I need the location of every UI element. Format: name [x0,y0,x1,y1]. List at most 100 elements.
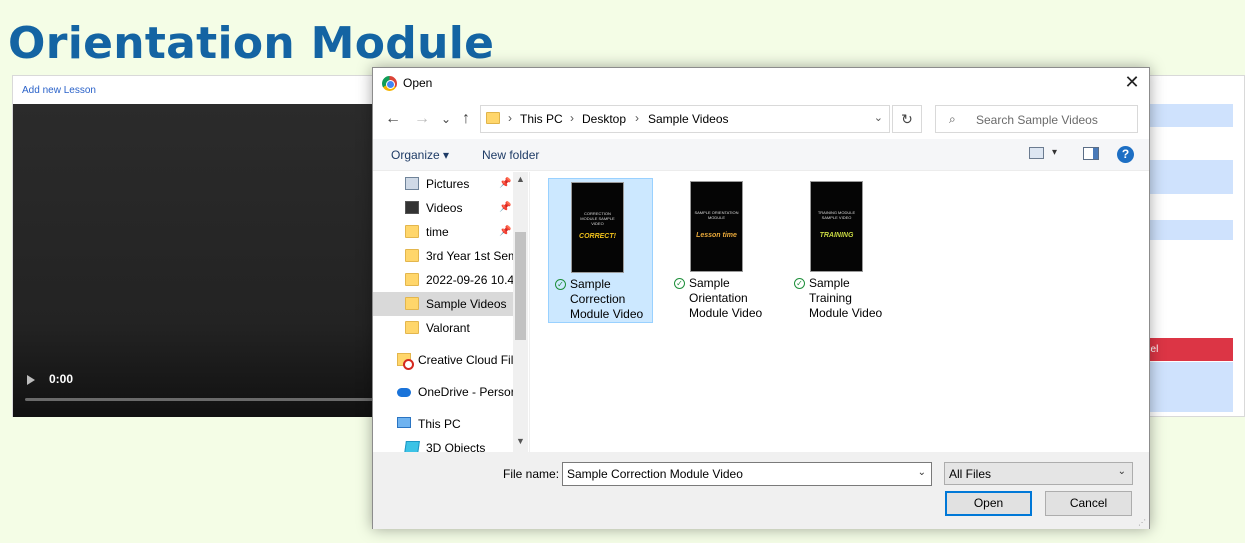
search-icon: ⌕ [949,112,956,126]
file-name-input[interactable]: Sample Correction Module Video ⌄ [562,462,932,486]
pin-icon: 📌 [499,226,512,237]
side-row-highlight [1138,104,1233,127]
nav-item[interactable]: Sample Videos [373,292,513,316]
pin-icon: 📌 [499,202,512,213]
nav-item[interactable]: 3rd Year 1st Sem [373,244,513,268]
thumbnail-caption: CORRECTION MODULE SAMPLE VIDEO [580,211,615,226]
chrome-icon [382,76,397,91]
pin-icon: 📌 [499,178,512,189]
breadcrumb-sample-videos[interactable]: Sample Videos [648,112,729,126]
navigation-scrollbar[interactable]: ▲ ▼ [513,172,528,452]
chevron-down-icon[interactable]: ⌄ [918,467,926,478]
creative-cloud-icon [397,353,414,370]
thumbnail-caption: SAMPLE ORIENTATION MODULE [694,210,739,220]
nav-item-label: 3D Objects [426,441,486,452]
nav-item[interactable]: 3D Objects [373,436,513,452]
thumbnail-word: Lesson time [696,232,737,239]
file-item[interactable]: SAMPLE ORIENTATION MODULE Lesson time ✓ Sam… [668,178,773,323]
nav-item[interactable]: Creative Cloud Fil [373,348,513,372]
nav-item[interactable]: 2022-09-26 10.48 [373,268,513,292]
nav-item-label: This PC [418,417,461,431]
nav-item[interactable]: time 📌 [373,220,513,244]
nav-item-label: 3rd Year 1st Sem [426,249,513,263]
view-options-icon[interactable] [1029,147,1044,159]
file-item[interactable]: TRAINING MODULE SAMPLE VIDEO TRAINING ✓ Sam… [788,178,893,323]
folder-icon [405,321,419,334]
sync-check-icon: ✓ [794,278,805,289]
open-button[interactable]: Open [945,491,1032,516]
nav-item-label: 2022-09-26 10.48 [426,273,513,287]
organize-button[interactable]: Organize ▾ [391,148,449,162]
this-pc-icon [397,417,411,428]
video-thumbnail: TRAINING MODULE SAMPLE VIDEO TRAINING [810,181,863,272]
scroll-up-icon[interactable]: ▲ [516,174,525,184]
nav-item-label: Videos [426,201,463,215]
breadcrumb-separator: › [508,111,512,125]
navigation-bar: ← → ⌄ ↑ › This PC › Desktop › Sample Vid… [373,99,1149,139]
chevron-down-icon[interactable]: ⌄ [874,111,883,124]
command-bar: Organize ▾ New folder ▾ ? [373,139,1149,171]
file-name: Sample Orientation Module Video [689,276,763,320]
nav-item-label: OneDrive - Persor [418,385,513,399]
breadcrumb-separator: › [635,111,639,125]
dialog-title: Open [403,76,433,90]
sync-check-icon: ✓ [555,279,566,290]
breadcrumb-this-pc[interactable]: This PC [520,112,563,126]
help-icon[interactable]: ? [1117,146,1134,163]
recent-locations-icon[interactable]: ⌄ [437,109,455,129]
scroll-thumb[interactable] [515,232,526,340]
nav-item[interactable]: Videos 📌 [373,196,513,220]
folder-icon [405,297,419,310]
search-input[interactable]: ⌕ Search Sample Videos [935,105,1138,133]
file-item[interactable]: CORRECTION MODULE SAMPLE VIDEO CORRECT! ✓ S… [548,178,653,323]
nav-item-label: Pictures [426,177,470,191]
side-cancel-button[interactable]: ncel [1138,338,1233,361]
breadcrumb-desktop[interactable]: Desktop [582,112,626,126]
file-name-label: File name: [503,467,560,481]
file-name-value: Sample Correction Module Video [567,467,743,481]
dialog-titlebar[interactable]: Open ✕ [373,68,1149,99]
onedrive-icon [397,388,411,397]
nav-item[interactable]: OneDrive - Persor [373,380,513,404]
nav-item-label: Valorant [426,321,470,335]
video-time: 0:00 [49,372,74,386]
thumbnail-caption: TRAINING MODULE SAMPLE VIDEO [817,210,856,220]
file-list: CORRECTION MODULE SAMPLE VIDEO CORRECT! ✓ S… [529,172,1149,452]
thumbnail-word: TRAINING [819,232,854,239]
nav-item[interactable]: Valorant [373,316,513,340]
side-row-highlight [1138,362,1233,412]
navigation-pane: Pictures 📌 Videos 📌 time 📌 3rd Year 1st Sem 202… [373,172,528,452]
nav-item[interactable]: This PC [373,412,513,436]
side-row-highlight [1138,160,1233,194]
play-icon[interactable] [27,375,35,385]
pictures-icon [405,177,419,190]
videos-icon [405,201,419,214]
3d-objects-icon [404,441,420,452]
address-bar[interactable]: › This PC › Desktop › Sample Videos ⌄ [480,105,890,133]
add-new-lesson-link[interactable]: Add new Lesson [22,85,96,96]
video-thumbnail: CORRECTION MODULE SAMPLE VIDEO CORRECT! [571,182,624,273]
nav-item[interactable]: Pictures 📌 [373,172,513,196]
file-type-select[interactable]: All Files ⌄ [944,462,1133,485]
video-seek-bar[interactable] [25,398,375,401]
cancel-button[interactable]: Cancel [1045,491,1132,516]
side-row-highlight [1138,220,1233,240]
chevron-down-icon[interactable]: ▾ [1052,147,1057,158]
dialog-footer: File name: Sample Correction Module Vide… [373,452,1149,529]
video-thumbnail: SAMPLE ORIENTATION MODULE Lesson time [690,181,743,272]
up-arrow-icon[interactable]: ↑ [457,109,475,129]
scroll-down-icon[interactable]: ▼ [516,436,525,446]
folder-icon [405,273,419,286]
new-folder-button[interactable]: New folder [482,148,539,162]
video-player[interactable]: 0:00 [13,104,375,417]
close-icon[interactable]: ✕ [1121,71,1143,93]
forward-arrow-icon[interactable]: → [413,109,431,129]
resize-grip-icon[interactable]: ⋰ [1138,518,1146,527]
chevron-down-icon[interactable]: ⌄ [1118,466,1126,477]
folder-icon [405,225,419,238]
preview-pane-icon[interactable] [1083,147,1099,160]
page-title: Orientation Module [8,18,495,69]
nav-item-label: Creative Cloud Fil [418,353,513,367]
back-arrow-icon[interactable]: ← [384,109,402,129]
refresh-icon[interactable]: ↻ [892,105,922,133]
